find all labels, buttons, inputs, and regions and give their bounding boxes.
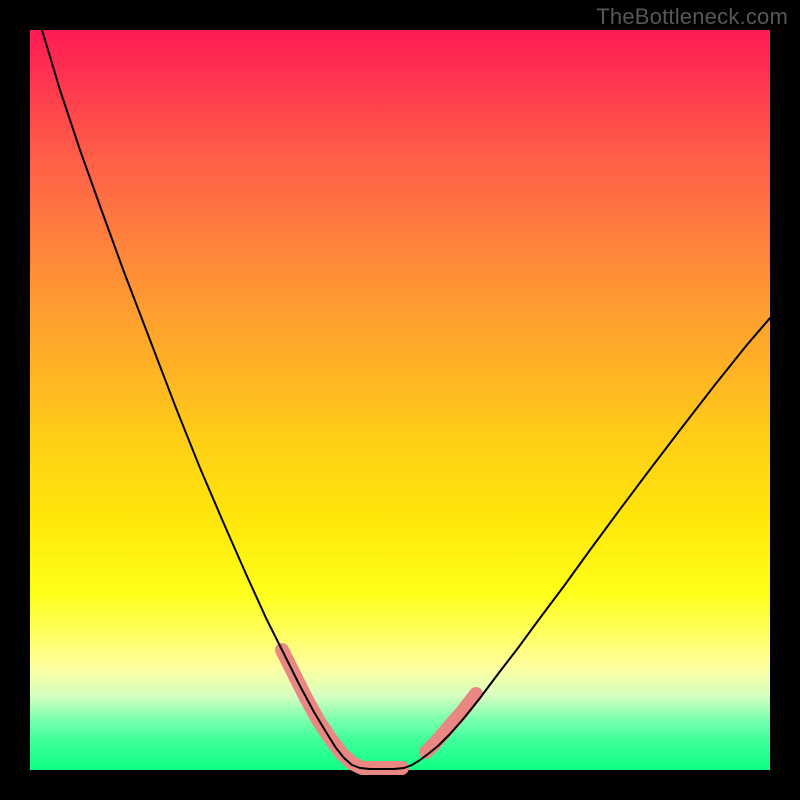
- plot-area: [30, 30, 770, 770]
- curve-svg: [30, 30, 770, 770]
- chart-frame: TheBottleneck.com: [0, 0, 800, 800]
- right-highlight-path: [426, 694, 476, 752]
- watermark-text: TheBottleneck.com: [596, 4, 788, 30]
- left-highlight-path: [282, 650, 402, 768]
- main-curve-path: [42, 30, 770, 769]
